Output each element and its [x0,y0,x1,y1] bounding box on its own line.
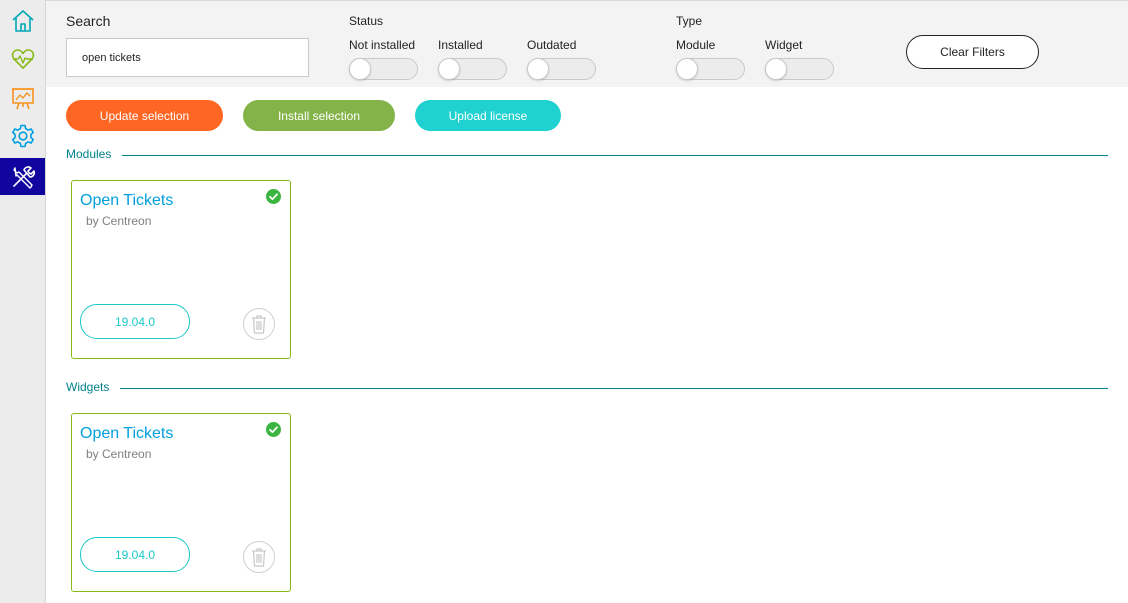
outdated-toggle[interactable] [527,58,596,80]
widget-label: Widget [765,38,803,52]
type-label: Type [676,14,703,28]
version-button[interactable]: 19.04.0 [80,537,190,572]
sidebar-item-administration[interactable] [0,158,45,195]
section-divider [120,388,1108,389]
widget-toggle[interactable] [765,58,834,80]
toggle-knob [527,58,549,80]
sidebar-item-configuration[interactable] [0,117,45,154]
card-title: Open Tickets [80,425,174,442]
install-selection-button[interactable]: Install selection [243,100,395,131]
delete-button[interactable] [243,308,275,340]
installed-label: Installed [438,38,483,52]
card-title: Open Tickets [80,192,174,209]
sidebar [0,0,46,603]
installed-toggle[interactable] [438,58,507,80]
search-label: Search [66,13,111,29]
widget-card-open-tickets[interactable]: Open Tickets by Centreon 19.04.0 [71,413,291,592]
status-label: Status [349,14,384,28]
trash-icon [252,548,266,567]
module-toggle[interactable] [676,58,745,80]
installed-check-icon [266,189,281,204]
outdated-label: Outdated [527,38,577,52]
clear-filters-button[interactable]: Clear Filters [906,35,1039,69]
sidebar-item-monitoring[interactable] [0,40,45,77]
version-button[interactable]: 19.04.0 [80,304,190,339]
not-installed-label: Not installed [349,38,416,52]
widgets-section-header: Widgets [66,380,1108,396]
update-selection-button[interactable]: Update selection [66,100,223,131]
not-installed-toggle[interactable] [349,58,418,80]
toggle-knob [676,58,698,80]
section-divider [122,155,1108,156]
filter-bar: Search Status Not installed Installed Ou… [46,0,1128,87]
administration-icon [12,165,35,189]
sidebar-item-reporting[interactable] [0,79,45,116]
card-author: by Centreon [86,214,152,228]
section-title: Modules [66,147,112,161]
configuration-icon [11,124,34,147]
reporting-icon [11,87,34,109]
module-card-open-tickets[interactable]: Open Tickets by Centreon 19.04.0 [71,180,291,359]
toggle-knob [438,58,460,80]
toggle-knob [765,58,787,80]
modules-section-header: Modules [66,147,1108,163]
monitoring-icon [11,48,34,69]
delete-button[interactable] [243,541,275,573]
search-input[interactable] [66,38,309,77]
home-icon [11,9,34,32]
toggle-knob [349,58,371,80]
section-title: Widgets [66,380,110,394]
sidebar-item-home[interactable] [0,2,45,39]
upload-license-button[interactable]: Upload license [415,100,561,131]
card-author: by Centreon [86,447,152,461]
trash-icon [252,315,266,334]
module-label: Module [676,38,716,52]
installed-check-icon [266,422,281,437]
